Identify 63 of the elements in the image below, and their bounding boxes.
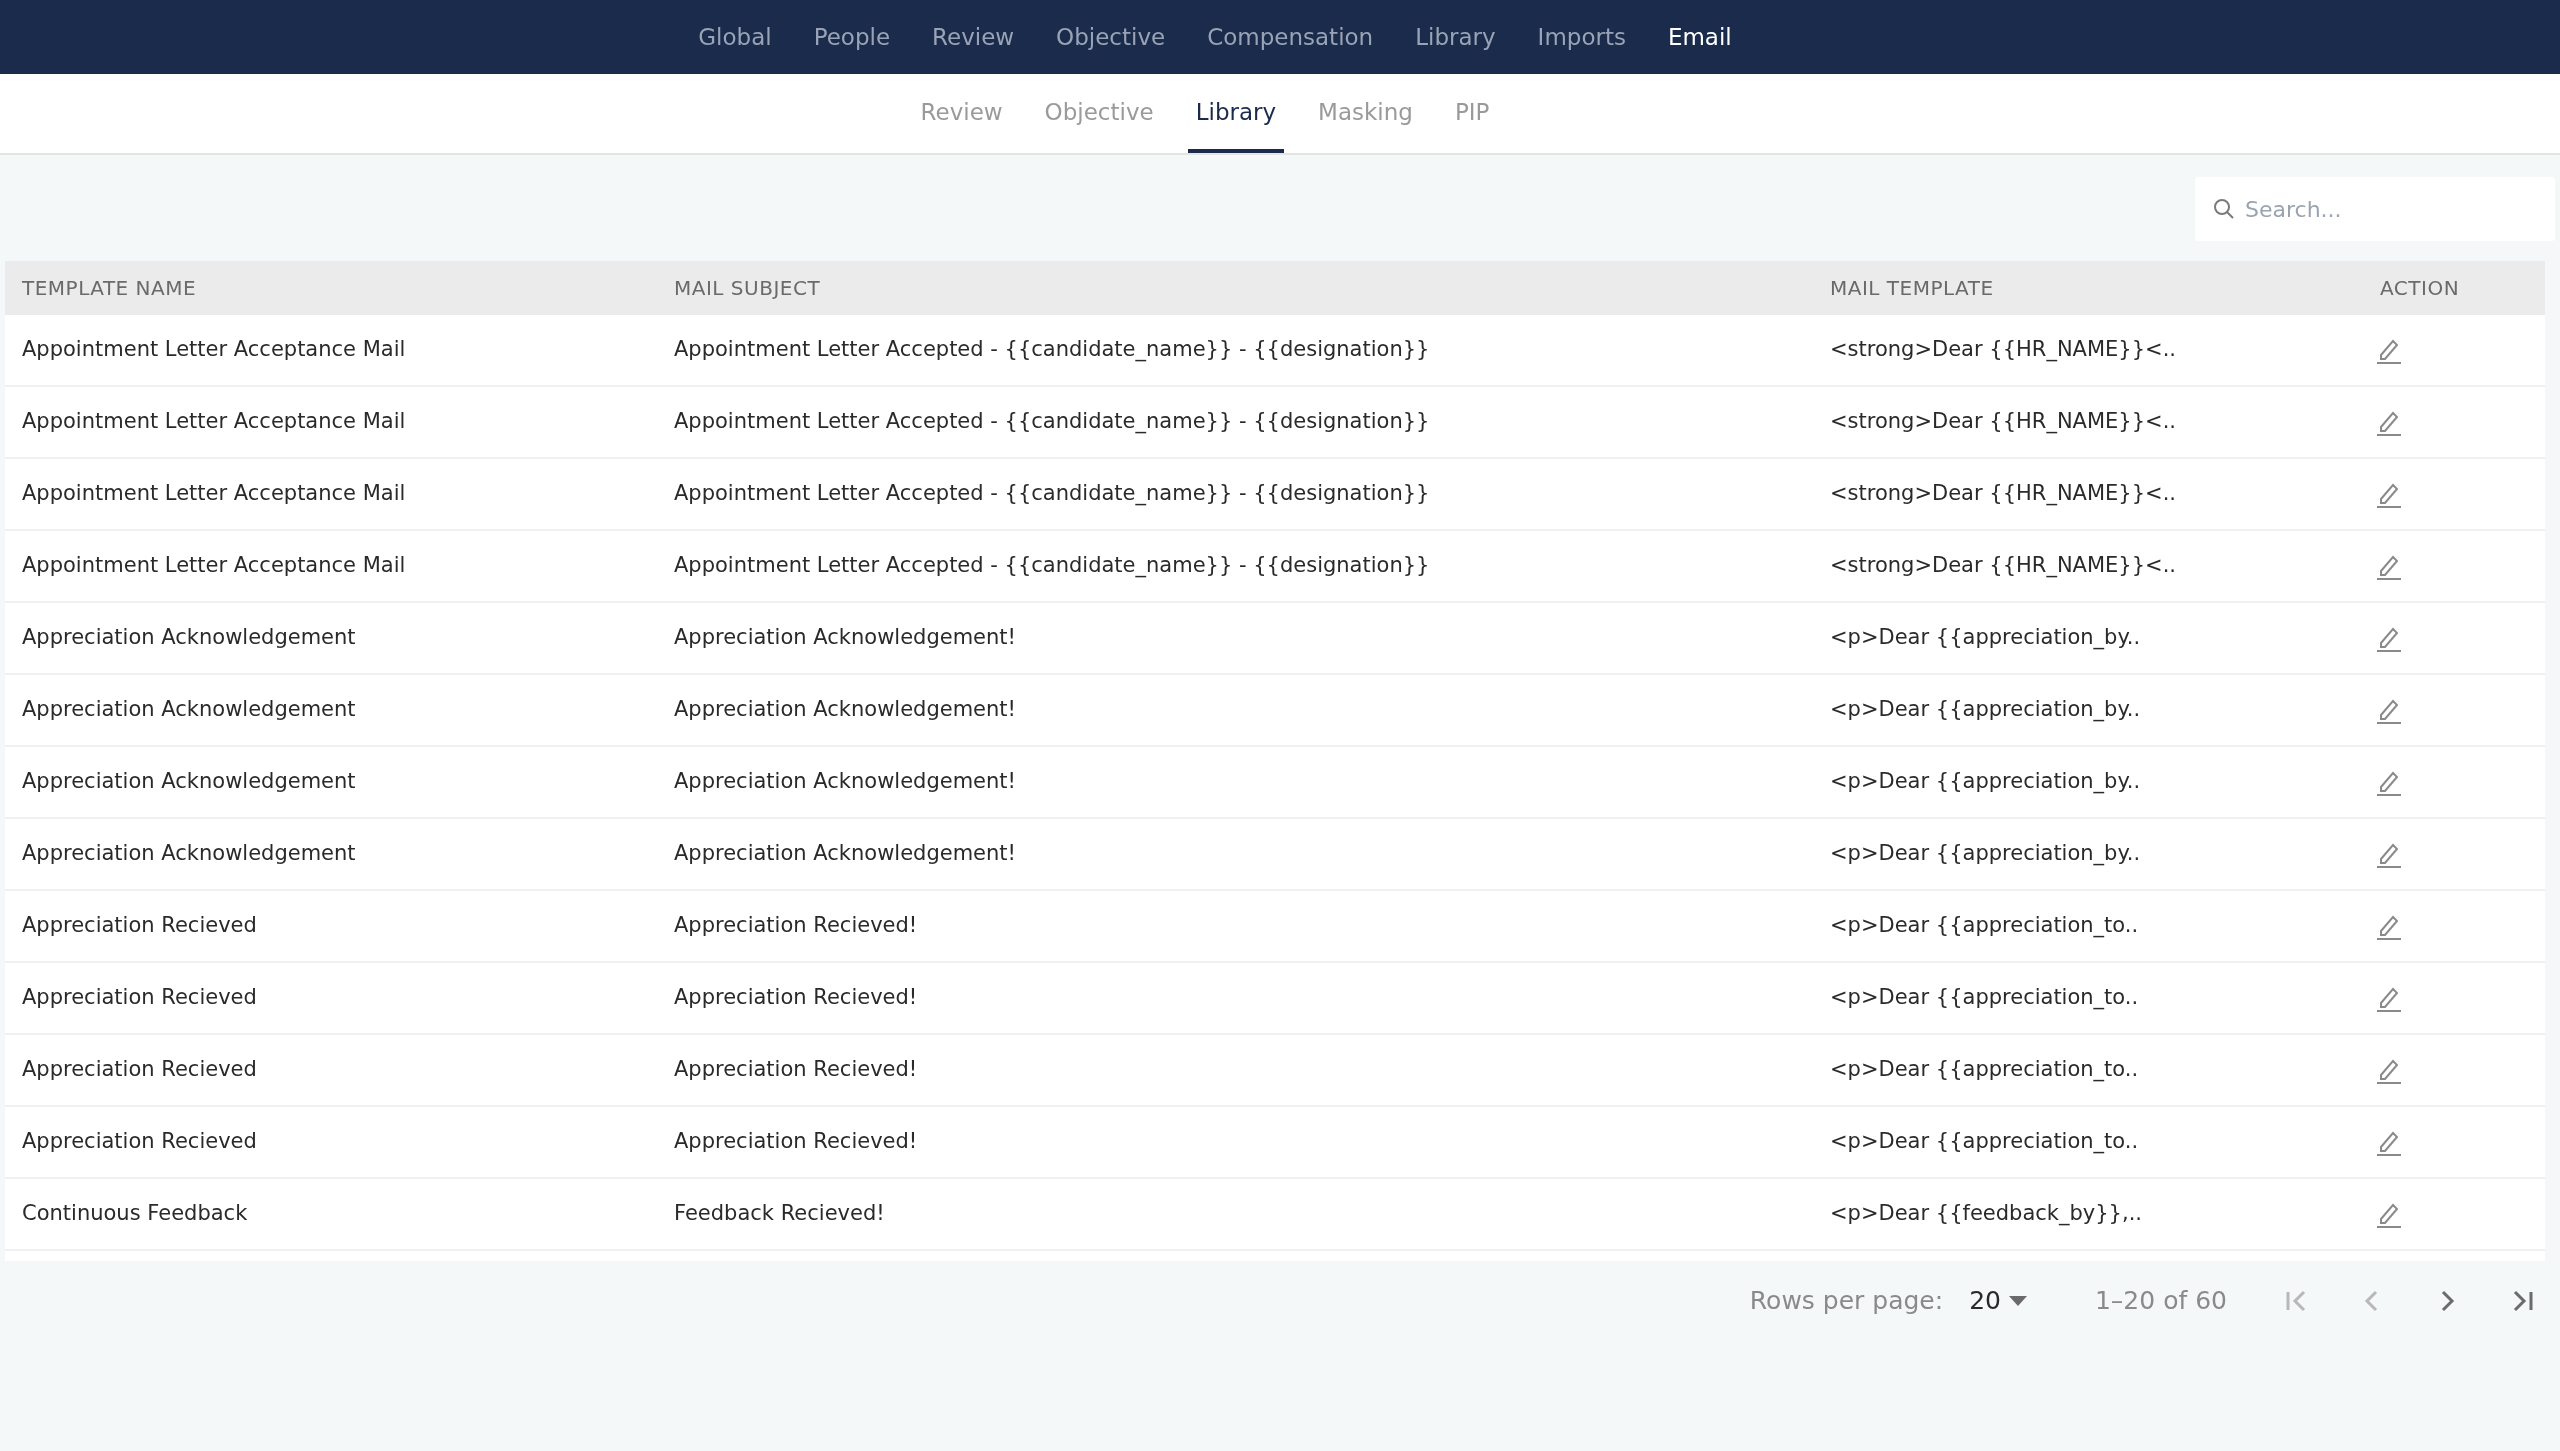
table-cell: Appreciation Recieved [22,1129,257,1154]
dropdown-caret-icon [2008,1296,2027,1306]
table-cell: <p>Dear {{appreciation_by.. [1830,841,2141,866]
nav-link[interactable]: Global [688,19,782,55]
table-cell: <strong>Dear {{HR_NAME}}<.. [1830,409,2177,434]
search-icon [2213,198,2235,220]
table-cell: Continuous Feedback [22,1201,248,1226]
table-cell: Appointment Letter Accepted - {{candidate_name}} - {{designation}} [674,337,1430,362]
table-cell: <strong>Dear {{HR_NAME}}<.. [1830,481,2177,506]
table-cell: <p>Dear {{appreciation_to.. [1830,1129,2139,1154]
table-cell: Appreciation Recieved! [674,985,918,1010]
rows-per-page-select[interactable]: 20 [1969,1282,2027,1320]
column-header: TEMPLATE NAME [22,276,197,300]
table-cell: Appreciation Recieved! [674,1057,918,1082]
table-cell: Appreciation Acknowledgement [22,769,356,794]
nav-link[interactable]: Compensation [1197,19,1384,55]
search-field[interactable]: Search... [2195,177,2555,241]
table-cell: <strong>Dear {{HR_NAME}}<.. [1830,337,2177,362]
table-cell: Appreciation Recieved [22,913,257,938]
table-cell: Feedback Recieved! [674,1201,885,1226]
table-cell: Appointment Letter Accepted - {{candidate_name}} - {{designation}} [674,553,1430,578]
table-cell: <p>Dear {{appreciation_to.. [1830,913,2139,938]
table-cell: Appreciation Acknowledgement! [674,625,1016,650]
table-cell: Appreciation Acknowledgement [22,697,356,722]
table-cell: Appreciation Acknowledgement! [674,841,1016,866]
table-cell: Appreciation Recieved [22,1057,257,1082]
table-cell: Appreciation Acknowledgement! [674,697,1016,722]
table-cell: Appointment Letter Accepted - {{candidate_name}} - {{designation}} [674,481,1430,506]
nav-link[interactable]: People [803,19,901,55]
sub-tab[interactable]: Library [1187,94,1285,153]
table-cell: Appreciation Acknowledgement [22,841,356,866]
table-cell: Appointment Letter Acceptance Mail [22,481,406,506]
sub-tab[interactable]: Review [912,94,1011,153]
table-cell: <p>Dear {{appreciation_by.. [1830,697,2141,722]
table-cell: <p>Dear {{appreciation_by.. [1830,769,2141,794]
table-cell: Appointment Letter Acceptance Mail [22,553,406,578]
table-cell: Appreciation Acknowledgement! [674,769,1016,794]
table-cell: <strong>Dear {{HR_NAME}}<.. [1830,553,2177,578]
table-cell: Appointment Letter Accepted - {{candidate_name}} - {{designation}} [674,409,1430,434]
page-range: 1–20 of 60 [2094,1285,2227,1318]
table-cell: Appreciation Recieved! [674,1129,918,1154]
column-header: ACTION [2380,276,2460,300]
column-header: MAIL TEMPLATE [1830,276,1994,300]
table-cell: Appreciation Recieved! [674,913,918,938]
sub-tab[interactable]: Masking [1310,94,1421,153]
nav-link[interactable]: Review [922,19,1025,55]
rows-per-page-label: Rows per page: [1749,1285,1944,1318]
nav-link[interactable]: Objective [1046,19,1176,55]
table-cell: <p>Dear {{feedback_by}},.. [1830,1201,2142,1226]
table-cell: <p>Dear {{appreciation_to.. [1830,985,2139,1010]
nav-link[interactable]: Imports [1527,19,1636,55]
table-cell: Appreciation Acknowledgement [22,625,356,650]
nav-link[interactable]: Library [1405,19,1506,55]
search-input[interactable]: Search... [2245,192,2537,226]
sub-tab[interactable]: Objective [1036,94,1162,153]
column-header: MAIL SUBJECT [674,276,821,300]
table-cell: Appreciation Recieved [22,985,257,1010]
table-cell: Appointment Letter Acceptance Mail [22,409,406,434]
table-cell: Appointment Letter Acceptance Mail [22,337,406,362]
nav-link[interactable]: Email [1657,19,1742,55]
sub-tab[interactable]: PIP [1446,94,1498,153]
table-cell: <p>Dear {{appreciation_to.. [1830,1057,2139,1082]
table-cell: <p>Dear {{appreciation_by.. [1830,625,2141,650]
